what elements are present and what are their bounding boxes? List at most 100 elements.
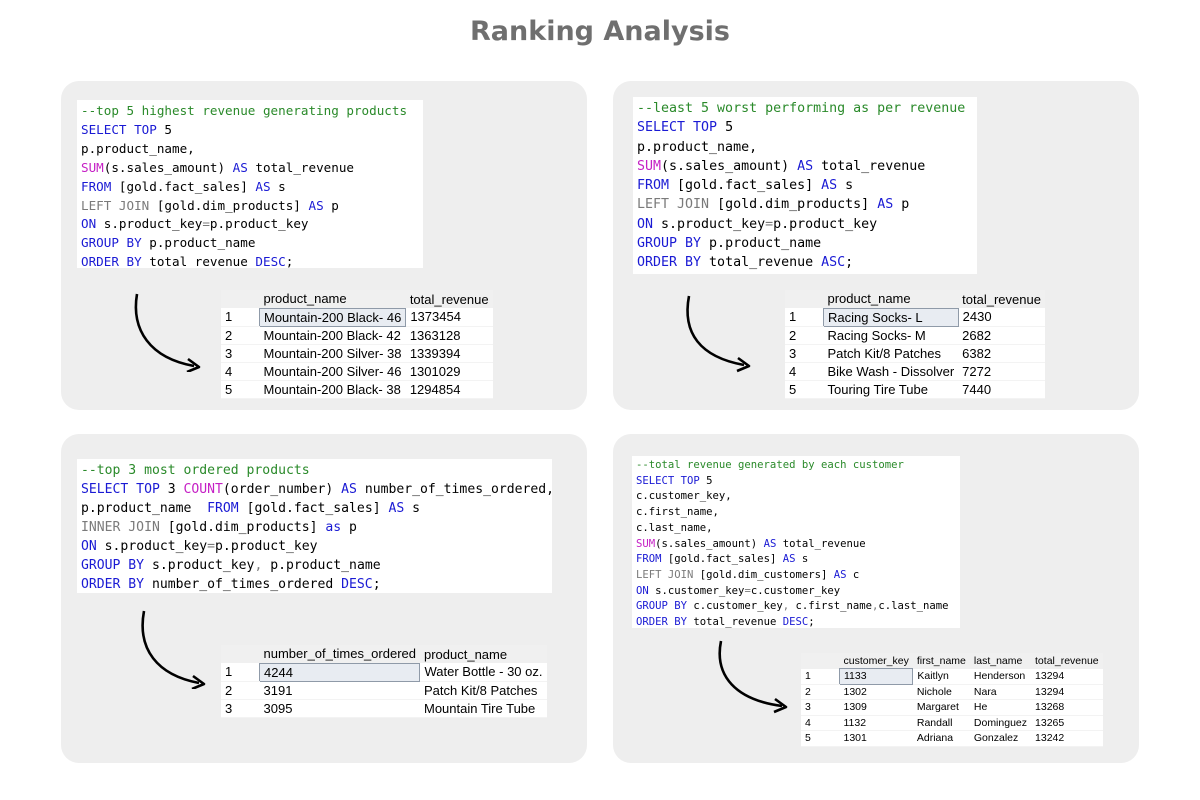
table-cell[interactable]: Mountain-200 Silver- 38: [259, 344, 406, 363]
row-number[interactable]: 1: [221, 663, 260, 682]
table-cell[interactable]: Patch Kit/8 Patches: [419, 681, 547, 700]
row-number[interactable]: 3: [221, 699, 260, 718]
column-header[interactable]: last_name: [969, 653, 1032, 669]
table-cell[interactable]: 1301: [839, 730, 913, 747]
table-cell[interactable]: Racing Socks- M: [823, 326, 959, 345]
table-cell[interactable]: Mountain-200 Black- 46: [258, 307, 407, 327]
row-number[interactable]: 3: [801, 699, 840, 716]
table-cell[interactable]: 13294: [1031, 684, 1103, 700]
table-cell[interactable]: 13242: [1031, 730, 1103, 747]
table-row[interactable]: 3 Mountain-200 Silver- 38 1339394: [221, 344, 493, 363]
table-cell[interactable]: Touring Tire Tube: [823, 380, 959, 399]
table-row[interactable]: 3 1309 Margaret He 13268: [801, 699, 1103, 716]
table-cell[interactable]: He: [969, 699, 1032, 716]
table-cell[interactable]: 1302: [839, 684, 913, 700]
table-cell[interactable]: 1133: [838, 668, 914, 685]
table-cell[interactable]: Henderson: [969, 668, 1032, 685]
table-row[interactable]: 5 1301 Adriana Gonzalez 13242: [801, 730, 1103, 747]
table-cell[interactable]: 1373454: [405, 308, 493, 327]
table-cell[interactable]: 1363128: [405, 326, 493, 345]
table-row[interactable]: 1 1133 Kaitlyn Henderson 13294: [801, 668, 1103, 685]
column-header[interactable]: customer_key: [839, 653, 913, 669]
table-row[interactable]: 2 3191 Patch Kit/8 Patches: [221, 681, 547, 700]
table-row[interactable]: 3 3095 Mountain Tire Tube: [221, 699, 547, 718]
column-header[interactable]: [801, 653, 840, 669]
table-cell[interactable]: 3191: [259, 681, 420, 700]
table-cell[interactable]: Mountain-200 Black- 42: [259, 326, 406, 345]
row-number[interactable]: 4: [785, 362, 824, 381]
sql-code-editor[interactable]: --top 3 most ordered products SELECT TOP …: [77, 459, 552, 593]
table-cell[interactable]: Bike Wash - Dissolver: [823, 362, 959, 381]
table-row[interactable]: 2 Mountain-200 Black- 42 1363128: [221, 326, 493, 345]
column-header[interactable]: [221, 645, 260, 663]
table-cell[interactable]: 4244: [258, 662, 421, 682]
column-header[interactable]: product_name: [259, 290, 406, 308]
table-cell[interactable]: 1309: [839, 699, 913, 716]
table-row[interactable]: 1 Racing Socks- L 2430: [785, 307, 1045, 327]
table-cell[interactable]: 2682: [958, 326, 1045, 345]
row-number[interactable]: 3: [221, 344, 260, 363]
table-cell[interactable]: Mountain Tire Tube: [419, 699, 547, 718]
table-cell[interactable]: Nichole: [912, 684, 970, 700]
table-row[interactable]: 4 Mountain-200 Silver- 46 1301029: [221, 362, 493, 381]
row-number[interactable]: 3: [785, 344, 824, 363]
row-number[interactable]: 2: [221, 681, 260, 700]
row-number[interactable]: 4: [801, 715, 840, 731]
table-row[interactable]: 1 4244 Water Bottle - 30 oz.: [221, 662, 547, 682]
table-cell[interactable]: Margaret: [912, 699, 970, 716]
column-header[interactable]: [785, 290, 824, 308]
table-row[interactable]: 5 Touring Tire Tube 7440: [785, 380, 1045, 399]
row-number[interactable]: 1: [801, 668, 840, 685]
table-cell[interactable]: 3095: [259, 699, 420, 718]
sql-code-editor[interactable]: --total revenue generated by each custom…: [632, 456, 960, 628]
column-header[interactable]: total_revenue: [405, 290, 493, 308]
column-header[interactable]: total_revenue: [958, 290, 1045, 308]
table-cell[interactable]: Mountain-200 Black- 38: [259, 380, 406, 399]
table-cell[interactable]: Nara: [969, 684, 1032, 700]
table-row[interactable]: 2 1302 Nichole Nara 13294: [801, 684, 1103, 700]
table-cell[interactable]: 7272: [958, 362, 1045, 381]
table-cell[interactable]: 7440: [958, 380, 1045, 399]
row-number[interactable]: 1: [785, 308, 824, 327]
column-header[interactable]: total_revenue: [1031, 653, 1103, 669]
table-cell[interactable]: Mountain-200 Silver- 46: [259, 362, 406, 381]
row-number[interactable]: 2: [801, 684, 840, 700]
row-number[interactable]: 2: [221, 326, 260, 345]
table-cell[interactable]: Racing Socks- L: [823, 307, 959, 327]
table-row[interactable]: 5 Mountain-200 Black- 38 1294854: [221, 380, 493, 399]
table-row[interactable]: 4 Bike Wash - Dissolver 7272: [785, 362, 1045, 381]
table-cell[interactable]: 13265: [1031, 715, 1103, 731]
table-cell[interactable]: Patch Kit/8 Patches: [823, 344, 959, 363]
sql-code-editor[interactable]: --top 5 highest revenue generating produ…: [77, 100, 423, 268]
table-cell[interactable]: 6382: [958, 344, 1045, 363]
table-cell[interactable]: 2430: [958, 308, 1045, 327]
column-header[interactable]: first_name: [912, 653, 970, 669]
table-row[interactable]: 4 1132 Randall Dominguez 13265: [801, 715, 1103, 731]
row-number[interactable]: 1: [221, 308, 260, 327]
table-cell[interactable]: Kaitlyn: [912, 668, 970, 685]
table-row[interactable]: 1 Mountain-200 Black- 46 1373454: [221, 307, 493, 327]
table-cell[interactable]: 1301029: [405, 362, 493, 381]
row-number[interactable]: 5: [801, 730, 840, 747]
row-number[interactable]: 5: [221, 380, 260, 399]
table-cell[interactable]: 1339394: [405, 344, 493, 363]
table-cell[interactable]: Water Bottle - 30 oz.: [419, 663, 547, 682]
table-row[interactable]: 3 Patch Kit/8 Patches 6382: [785, 344, 1045, 363]
column-header[interactable]: product_name: [823, 290, 959, 308]
row-number[interactable]: 4: [221, 362, 260, 381]
table-cell[interactable]: 13268: [1031, 699, 1103, 716]
table-cell[interactable]: Gonzalez: [969, 730, 1032, 747]
table-cell[interactable]: 13294: [1031, 668, 1103, 685]
column-header[interactable]: [221, 290, 260, 308]
row-number[interactable]: 2: [785, 326, 824, 345]
table-cell[interactable]: Dominguez: [969, 715, 1032, 731]
table-cell[interactable]: 1294854: [405, 380, 493, 399]
column-header[interactable]: product_name: [419, 645, 547, 663]
table-cell[interactable]: Adriana: [912, 730, 970, 747]
row-number[interactable]: 5: [785, 380, 824, 399]
table-cell[interactable]: 1132: [839, 715, 913, 731]
table-row[interactable]: 2 Racing Socks- M 2682: [785, 326, 1045, 345]
column-header[interactable]: number_of_times_ordered: [259, 645, 420, 663]
table-cell[interactable]: Randall: [912, 715, 970, 731]
sql-code-editor[interactable]: --least 5 worst performing as per revenu…: [633, 97, 977, 274]
